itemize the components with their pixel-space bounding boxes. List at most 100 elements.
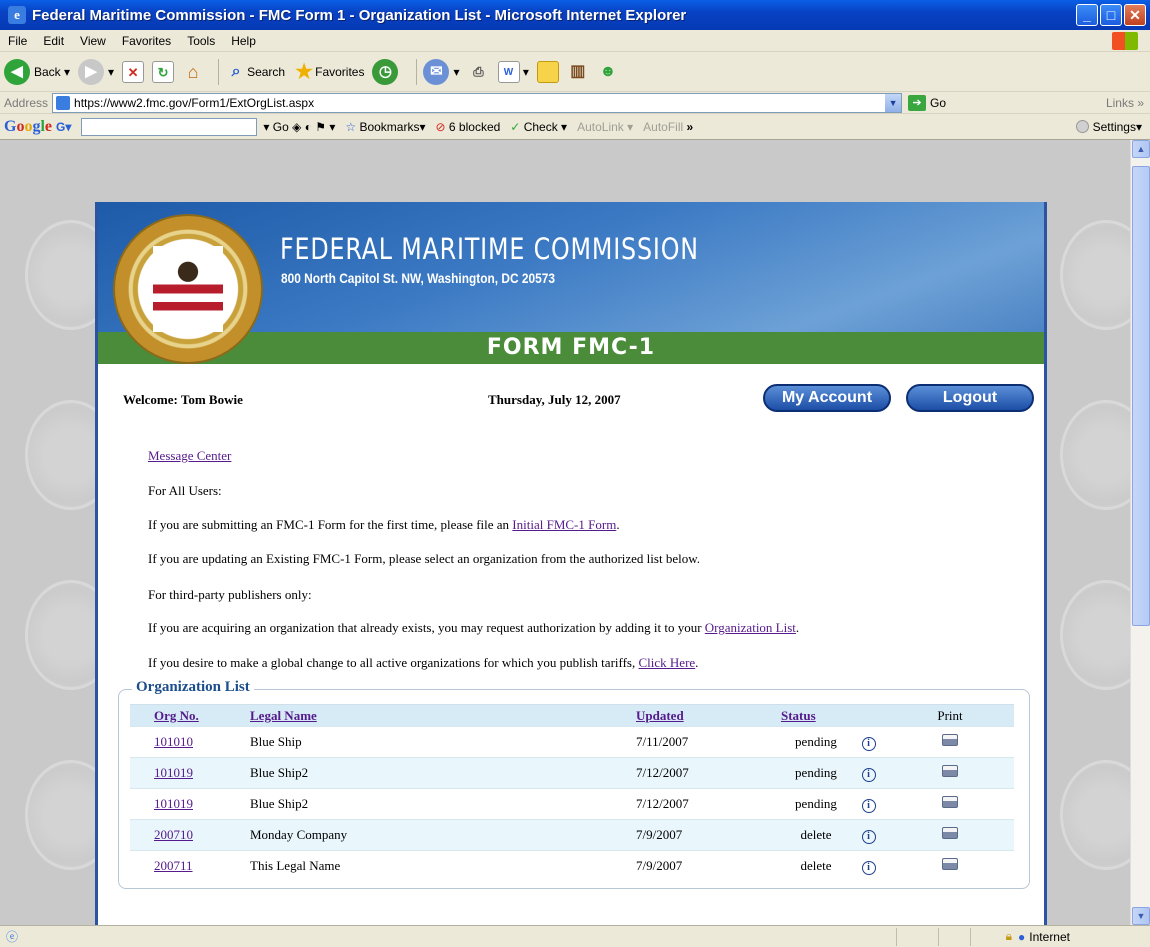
- links-button[interactable]: Links »: [1106, 96, 1144, 110]
- home-button[interactable]: ⌂: [182, 61, 204, 83]
- printer-icon[interactable]: [942, 734, 958, 746]
- org-no-cell[interactable]: 101019: [130, 788, 250, 820]
- go-button[interactable]: ➔ Go: [908, 94, 946, 111]
- org-no-cell[interactable]: 200711: [130, 850, 250, 882]
- updated-cell: 7/11/2007: [636, 726, 781, 758]
- menu-favorites[interactable]: Favorites: [122, 34, 171, 48]
- spell-check-button[interactable]: ✓ Check ▾: [510, 120, 567, 134]
- back-button[interactable]: ◀ Back ▾: [4, 58, 70, 85]
- menu-help[interactable]: Help: [231, 34, 256, 48]
- message-center-link[interactable]: Message Center: [148, 448, 231, 464]
- close-button[interactable]: ✕: [1124, 4, 1146, 26]
- discuss-button[interactable]: [536, 60, 559, 83]
- scroll-thumb[interactable]: [1132, 166, 1150, 626]
- org-no-header[interactable]: Org No.: [130, 704, 250, 727]
- mail-button[interactable]: ✉ ▾: [423, 58, 460, 85]
- google-search-input[interactable]: [81, 117, 258, 136]
- search-button[interactable]: ⌕ Search: [225, 61, 286, 83]
- zone-label: Internet: [1029, 929, 1070, 944]
- info-header: [851, 704, 886, 727]
- bookmarks-button[interactable]: ☆ Bookmarks▾: [345, 120, 425, 134]
- settings-icon: [1075, 120, 1089, 133]
- org-no-cell[interactable]: 101010: [130, 726, 250, 758]
- status-cell: [895, 927, 936, 946]
- favorites-button[interactable]: ★ Favorites: [293, 61, 364, 83]
- info-cell[interactable]: i: [851, 726, 886, 758]
- printer-icon[interactable]: [942, 858, 958, 871]
- for-all-users-heading: For All Users:: [148, 483, 222, 498]
- welcome-text: Welcome: Tom Bowie: [123, 392, 243, 407]
- menu-tools[interactable]: Tools: [187, 34, 215, 48]
- status-header[interactable]: Status: [781, 704, 851, 727]
- popup-blocker-button[interactable]: ⊘ 6 blocked: [436, 120, 501, 134]
- org-no-link[interactable]: 200711: [154, 858, 193, 873]
- messenger-button[interactable]: ☻: [597, 61, 619, 83]
- print-cell[interactable]: [886, 819, 1014, 851]
- print-button[interactable]: ⎙: [468, 61, 490, 83]
- minimize-button[interactable]: _: [1076, 4, 1098, 26]
- org-no-cell[interactable]: 200710: [130, 819, 250, 851]
- click-here-link[interactable]: Click Here: [639, 655, 696, 670]
- google-menu-button[interactable]: G▾: [56, 120, 71, 134]
- info-cell[interactable]: i: [851, 788, 886, 820]
- org-no-cell[interactable]: 101019: [130, 757, 250, 789]
- print-cell[interactable]: [886, 726, 1014, 758]
- research-button[interactable]: ▥: [567, 61, 589, 83]
- printer-icon[interactable]: [942, 765, 958, 777]
- forward-button[interactable]: ▶ ▾: [78, 58, 114, 85]
- menu-edit[interactable]: Edit: [43, 34, 64, 48]
- info-icon[interactable]: i: [861, 860, 876, 875]
- scroll-up-button[interactable]: ▲: [1132, 140, 1150, 158]
- org-no-link[interactable]: 101019: [154, 796, 193, 811]
- updated-cell: 7/9/2007: [636, 850, 781, 882]
- info-cell[interactable]: i: [851, 819, 886, 851]
- my-account-button[interactable]: My Account: [763, 384, 891, 412]
- chevron-down-icon[interactable]: ▼: [885, 93, 902, 112]
- status-cell: [969, 927, 1000, 946]
- agency-title: FEDERAL MARITIME COMMISSION: [280, 232, 699, 266]
- edit-button[interactable]: W ▾: [497, 60, 529, 83]
- printer-icon[interactable]: [942, 827, 958, 839]
- stop-button[interactable]: ✕: [122, 60, 145, 83]
- refresh-button[interactable]: ↻: [152, 60, 175, 83]
- legal-name-cell: Blue Ship: [250, 726, 636, 758]
- org-no-link[interactable]: 101010: [154, 734, 193, 749]
- forward-arrow-icon: ▶: [78, 58, 105, 85]
- info-icon[interactable]: i: [861, 767, 876, 782]
- autofill-button[interactable]: AutoFill »: [643, 120, 693, 134]
- menu-view[interactable]: View: [80, 34, 106, 48]
- status-cell: delete: [781, 850, 851, 882]
- vertical-scrollbar[interactable]: ▲ ▼: [1130, 140, 1150, 925]
- updated-header[interactable]: Updated: [636, 704, 781, 727]
- current-date: Thursday, July 12, 2007: [488, 392, 621, 407]
- history-button[interactable]: ◷: [372, 58, 402, 85]
- print-cell[interactable]: [886, 850, 1014, 882]
- info-icon[interactable]: i: [861, 736, 876, 751]
- settings-button[interactable]: Settings ▾: [1075, 120, 1142, 134]
- printer-icon[interactable]: [942, 796, 958, 808]
- info-cell[interactable]: i: [851, 757, 886, 789]
- print-cell[interactable]: [886, 788, 1014, 820]
- initial-form-link[interactable]: Initial FMC-1 Form: [512, 517, 616, 532]
- info-icon[interactable]: i: [861, 829, 876, 844]
- messenger-icon: ☻: [599, 62, 617, 80]
- organization-list-link[interactable]: Organization List: [705, 620, 796, 635]
- maximize-button[interactable]: □: [1100, 4, 1122, 26]
- fmc-seal-logo: [113, 214, 263, 364]
- org-no-link[interactable]: 101019: [154, 765, 193, 780]
- title-bar: e Federal Maritime Commission - FMC Form…: [0, 0, 1150, 30]
- logout-button[interactable]: Logout: [906, 384, 1034, 412]
- address-input[interactable]: https://www2.fmc.gov/Form1/ExtOrgList.as…: [52, 92, 903, 113]
- print-cell[interactable]: [886, 757, 1014, 789]
- autolink-button[interactable]: AutoLink ▾: [577, 120, 633, 134]
- legal-name-header[interactable]: Legal Name: [250, 704, 636, 727]
- menu-file[interactable]: File: [8, 34, 27, 48]
- windows-flag-icon: [1112, 31, 1138, 50]
- org-no-link[interactable]: 200710: [154, 827, 193, 842]
- info-cell[interactable]: i: [851, 850, 886, 882]
- scroll-down-button[interactable]: ▼: [1132, 907, 1150, 925]
- info-icon[interactable]: i: [861, 798, 876, 813]
- lock-icon: 🔒︎: [1005, 929, 1013, 943]
- google-go-button[interactable]: ▾ Go ◈ ◐ ⚑ ▾: [263, 120, 335, 134]
- status-bar: ⓔ 🔒︎ ● Internet: [0, 925, 1150, 947]
